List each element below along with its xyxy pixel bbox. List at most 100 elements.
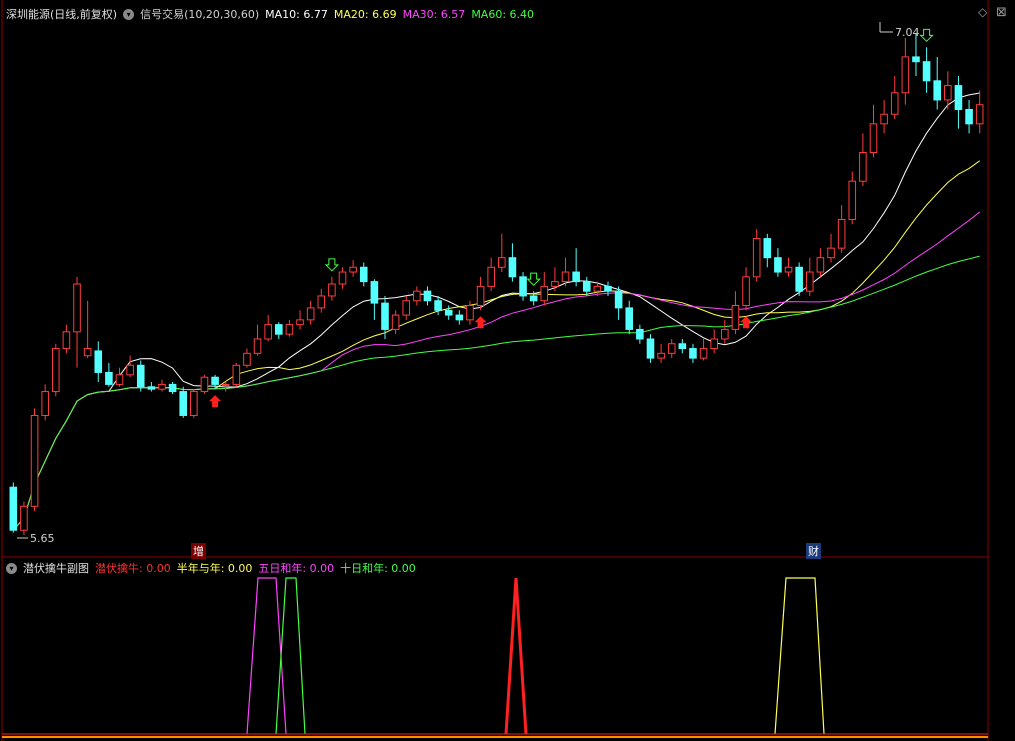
candle[interactable] xyxy=(9,482,18,533)
candle[interactable] xyxy=(455,310,464,325)
candle[interactable] xyxy=(636,324,644,344)
candle[interactable] xyxy=(614,286,623,320)
candle[interactable] xyxy=(678,338,687,354)
candle[interactable] xyxy=(243,348,251,368)
indicator-menu-icon[interactable]: ▾ xyxy=(123,8,135,20)
sub-title[interactable]: 潜伏擒牛副图 xyxy=(23,560,89,576)
candle[interactable] xyxy=(667,338,676,359)
sub-header: ▾ 潜伏擒牛副图 潜伏擒牛: 0.00 半年与年: 0.00 五日和年: 0.0… xyxy=(6,560,422,576)
candle[interactable] xyxy=(200,374,209,394)
candle[interactable] xyxy=(572,248,580,287)
candle[interactable] xyxy=(561,257,570,287)
candle[interactable] xyxy=(105,362,113,387)
candle[interactable] xyxy=(869,104,878,158)
candle[interactable] xyxy=(880,99,888,134)
candle[interactable] xyxy=(954,76,963,129)
candle[interactable] xyxy=(699,338,708,361)
candle[interactable] xyxy=(625,300,634,335)
candle[interactable] xyxy=(508,243,517,282)
indicator-name[interactable]: 信号交易(10,20,30,60) xyxy=(140,6,259,22)
candle[interactable] xyxy=(519,272,527,301)
candle[interactable] xyxy=(975,90,984,134)
candle[interactable] xyxy=(689,343,697,363)
candle-body xyxy=(561,271,570,283)
candle[interactable] xyxy=(20,501,28,535)
candle[interactable] xyxy=(795,262,803,296)
candle[interactable] xyxy=(126,355,134,378)
candle-body xyxy=(678,343,687,350)
candle[interactable] xyxy=(253,324,262,356)
candle-body xyxy=(359,266,368,283)
candle[interactable] xyxy=(94,341,103,383)
candle[interactable] xyxy=(232,362,241,387)
candlestick-chart[interactable]: 7.04 5.65 xyxy=(0,0,1015,741)
candle[interactable] xyxy=(115,367,124,387)
candle[interactable] xyxy=(551,267,559,292)
candle[interactable] xyxy=(890,76,899,120)
candle[interactable] xyxy=(391,310,400,335)
candle[interactable] xyxy=(731,291,740,335)
candle[interactable] xyxy=(965,99,973,134)
sell-arrow-icon xyxy=(324,258,340,272)
diamond-icon[interactable]: ◇ xyxy=(978,5,987,19)
candle[interactable] xyxy=(168,382,177,394)
candle[interactable] xyxy=(784,257,793,277)
candle[interactable] xyxy=(359,262,368,287)
candle[interactable] xyxy=(805,257,814,296)
candle[interactable] xyxy=(827,233,835,263)
candle[interactable] xyxy=(413,286,421,306)
candle[interactable] xyxy=(742,267,750,311)
candle[interactable] xyxy=(83,300,92,359)
candle[interactable] xyxy=(285,319,294,337)
candle[interactable] xyxy=(147,382,156,392)
candle[interactable] xyxy=(912,33,920,77)
candle[interactable] xyxy=(837,205,846,253)
candle[interactable] xyxy=(275,322,283,339)
sub-indicator-menu-icon[interactable]: ▾ xyxy=(6,562,17,574)
candle[interactable] xyxy=(582,276,591,296)
event-tag-increase[interactable]: 增 xyxy=(191,543,206,559)
candle[interactable] xyxy=(540,272,549,306)
candle[interactable] xyxy=(328,276,336,301)
candle[interactable] xyxy=(73,276,81,368)
candle[interactable] xyxy=(338,267,347,289)
candle[interactable] xyxy=(41,384,49,421)
candle[interactable] xyxy=(136,360,145,392)
candle[interactable] xyxy=(922,47,931,93)
candle[interactable] xyxy=(296,310,304,330)
candle[interactable] xyxy=(179,386,188,418)
candle[interactable] xyxy=(402,295,411,320)
candle[interactable] xyxy=(51,343,60,397)
candle[interactable] xyxy=(190,389,198,418)
candle[interactable] xyxy=(657,343,665,363)
candle[interactable] xyxy=(859,133,867,186)
candle[interactable] xyxy=(62,324,71,354)
candle[interactable] xyxy=(423,286,432,306)
candle[interactable] xyxy=(816,248,825,277)
candle[interactable] xyxy=(476,276,485,311)
candle[interactable] xyxy=(317,288,326,313)
candle-body xyxy=(136,364,145,388)
candle[interactable] xyxy=(498,233,506,273)
candle[interactable] xyxy=(370,279,379,320)
candle[interactable] xyxy=(264,315,272,342)
candle[interactable] xyxy=(487,257,495,292)
candle[interactable] xyxy=(646,334,655,363)
candle[interactable] xyxy=(752,229,761,282)
candle[interactable] xyxy=(933,56,942,110)
candle[interactable] xyxy=(763,233,772,268)
candle[interactable] xyxy=(30,408,39,512)
candle-body xyxy=(975,104,984,125)
candle[interactable] xyxy=(306,300,315,325)
candle[interactable] xyxy=(721,319,729,344)
candle[interactable] xyxy=(774,248,782,277)
candle[interactable] xyxy=(349,260,357,277)
candle[interactable] xyxy=(158,379,166,392)
stock-name[interactable]: 深圳能源(日线,前复权) xyxy=(6,6,117,22)
candle[interactable] xyxy=(710,329,718,354)
close-icon[interactable]: ⊠ xyxy=(996,5,1007,20)
candle[interactable] xyxy=(381,295,389,339)
candle[interactable] xyxy=(848,171,857,225)
candle[interactable] xyxy=(901,37,910,105)
event-tag-finance[interactable]: 财 xyxy=(806,543,821,559)
